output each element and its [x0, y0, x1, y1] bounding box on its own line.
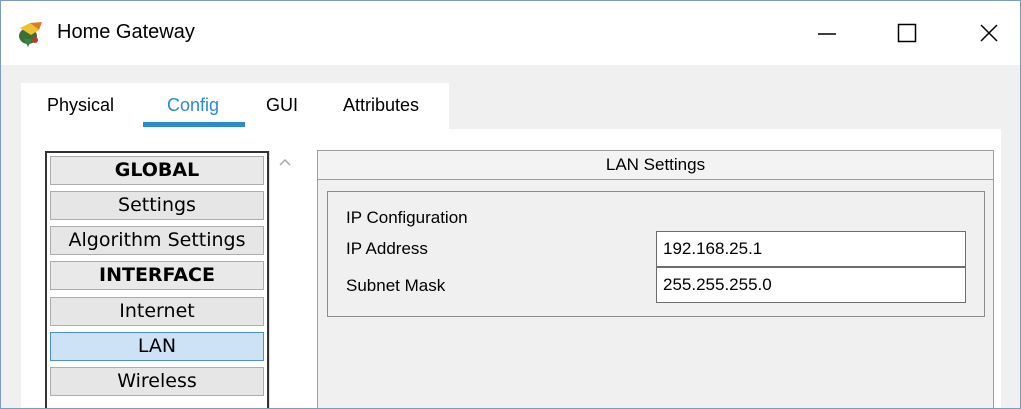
- ip-address-label: IP Address: [346, 239, 428, 258]
- tab-strip: Physical Config GUI Attributes: [21, 83, 449, 129]
- minimize-icon: [818, 33, 836, 35]
- tab-physical[interactable]: Physical: [47, 95, 114, 116]
- tab-config[interactable]: Config: [167, 95, 219, 116]
- lan-settings-panel: LAN Settings IP Configuration IP Address…: [317, 150, 994, 408]
- cisco-packet-tracer-app-icon: [19, 22, 42, 47]
- active-tab-indicator: [143, 122, 245, 127]
- maximize-icon: [897, 23, 917, 43]
- minimize-button[interactable]: [799, 7, 855, 59]
- ip-address-input[interactable]: [656, 231, 966, 267]
- nav-item-lan[interactable]: LAN: [50, 332, 264, 361]
- window-title: Home Gateway: [57, 21, 195, 43]
- nav-scrollbar[interactable]: [269, 151, 300, 408]
- nav-header-interface: INTERFACE: [50, 261, 264, 290]
- tab-gui[interactable]: GUI: [266, 95, 298, 116]
- nav-item-algorithm-settings[interactable]: Algorithm Settings: [50, 226, 264, 255]
- home-gateway-window: Home Gateway Physical Config GUI Attribu…: [0, 0, 1021, 409]
- tab-attributes[interactable]: Attributes: [343, 95, 419, 116]
- close-icon: [980, 24, 998, 42]
- scroll-up-arrow-icon[interactable]: [278, 157, 292, 167]
- config-content-area: GLOBAL Settings Algorithm Settings INTER…: [21, 129, 1001, 408]
- nav-item-settings[interactable]: Settings: [50, 191, 264, 220]
- close-button[interactable]: [961, 7, 1017, 59]
- subnet-mask-label: Subnet Mask: [346, 276, 446, 295]
- nav-item-internet[interactable]: Internet: [50, 297, 264, 326]
- maximize-button[interactable]: [879, 7, 935, 59]
- ip-configuration-group: IP Configuration IP Address Subnet Mask: [327, 191, 985, 317]
- panel-title: LAN Settings: [318, 151, 993, 180]
- title-bar[interactable]: Home Gateway: [1, 1, 1020, 65]
- nav-item-wireless[interactable]: Wireless: [50, 367, 264, 396]
- group-title: IP Configuration: [346, 208, 468, 227]
- subnet-mask-input[interactable]: [656, 267, 966, 303]
- nav-header-global: GLOBAL: [50, 156, 264, 185]
- config-nav-list: GLOBAL Settings Algorithm Settings INTER…: [45, 151, 269, 408]
